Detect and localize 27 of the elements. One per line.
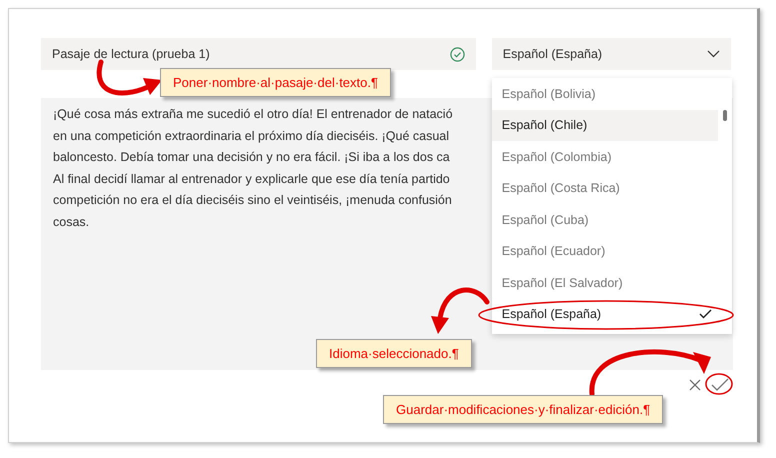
highlight-circle (705, 373, 733, 395)
passage-line: en una competición extraordinaria el próximo día dieciséis. ¡Qué casual (53, 128, 450, 145)
close-icon[interactable] (689, 379, 701, 391)
language-option[interactable]: Español (Bolivia) (492, 78, 718, 110)
language-option[interactable]: Español (Costa Rica) (492, 172, 718, 204)
passage-line: baloncesto. Debía tomar una decisión y no era fácil. ¡Si iba a los dos ca (53, 149, 450, 166)
chevron-down-icon (707, 50, 720, 58)
language-option[interactable]: Español (España) (492, 298, 722, 330)
language-option[interactable]: Español (El Salvador) (492, 267, 718, 298)
language-select[interactable]: Español (España) (492, 38, 731, 70)
language-option[interactable]: Español (Ecuador) (492, 236, 718, 267)
curved-arrow (96, 60, 162, 96)
language-option[interactable]: Español (Chile) (492, 110, 718, 141)
passage-line: ¡Qué cosa más extraña me sucedió el otro día! El entrenador de natació (53, 106, 453, 123)
curved-arrow (431, 288, 490, 334)
callout-note: Guardar·modificaciones·y·finalizar·edición.¶ (383, 395, 664, 424)
language-option[interactable]: Español (Colombia) (492, 141, 718, 172)
callout-note: Idioma·seleccionado.¶ (316, 339, 472, 368)
title-field[interactable]: Pasaje de lectura (prueba 1) (41, 38, 476, 70)
scrollbar-thumb[interactable] (722, 110, 727, 121)
callout-note: Poner·nombre·al·pasaje·del·texto.¶ (160, 68, 391, 97)
checkmark-icon (698, 309, 712, 320)
passage-line: competición no era el día dieciséis sino el veintiséis, ¡menuda confusión (53, 192, 452, 210)
passage-line: cosas. (53, 214, 90, 231)
passage-line: Al final decidí llamar al entrenador y explicarle que ese día tenía partido (53, 170, 450, 188)
language-option[interactable]: Español (Cuba) (492, 204, 718, 236)
checkmark-icon[interactable] (711, 378, 729, 392)
